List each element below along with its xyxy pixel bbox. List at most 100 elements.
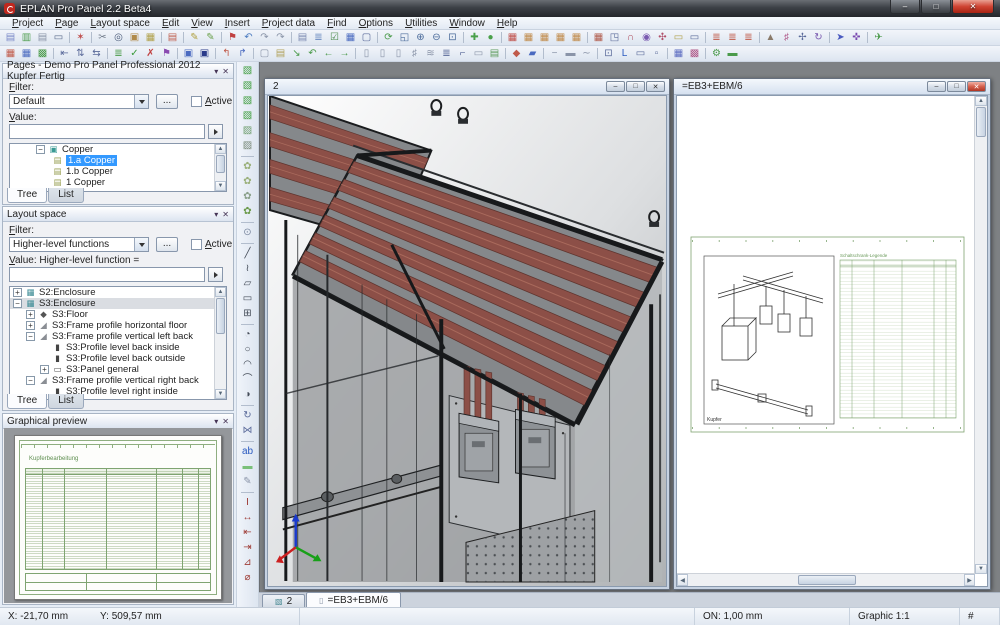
layout-filter-active-checkbox[interactable] <box>191 239 202 250</box>
scroll-right-icon[interactable]: ▶ <box>964 574 975 586</box>
scrollbar-thumb[interactable] <box>216 155 225 173</box>
menu-item[interactable]: Help <box>491 18 524 29</box>
window-page[interactable]: =EB3+EBM/6 – □ ✕ <box>673 78 991 590</box>
snap-logic-icon[interactable]: ◉ <box>639 31 654 45</box>
tree-view-icon[interactable]: ≣ <box>311 31 326 45</box>
pages-value-input[interactable] <box>9 124 205 139</box>
pages-filter-combobox[interactable]: Default <box>9 94 149 109</box>
insert-icon[interactable]: ✚ <box>467 31 482 45</box>
window-3d[interactable]: 2 – □ ✕ <box>264 78 670 590</box>
chevron-down-icon[interactable] <box>134 238 148 251</box>
edit-icon[interactable]: ✎ <box>187 31 202 45</box>
navigate-back-icon[interactable]: ↰ <box>219 47 234 61</box>
cone-icon[interactable]: ▲ <box>763 31 778 45</box>
layout-filter-combobox[interactable]: Higher-level functions <box>9 237 149 252</box>
apply-value-icon[interactable] <box>208 124 223 139</box>
menu-item[interactable]: Layout space <box>84 18 156 29</box>
scroll-up-icon[interactable]: ▲ <box>215 287 226 297</box>
fence-icon[interactable]: ≋ <box>423 47 438 61</box>
tab-tree[interactable]: Tree <box>7 188 47 203</box>
select-window-icon[interactable]: ▢ <box>257 47 272 61</box>
expander-minus-icon[interactable] <box>26 376 35 385</box>
tree-item-panel-general[interactable]: ▭ S3:Panel general <box>10 364 226 375</box>
pointer-icon[interactable]: ➤ <box>833 31 848 45</box>
dim-wave-icon[interactable]: ∼ <box>579 47 594 61</box>
scrollbar-thumb[interactable] <box>976 107 986 137</box>
maximize-icon[interactable]: □ <box>921 0 951 14</box>
expander-plus-icon[interactable] <box>26 321 35 330</box>
frame-icon[interactable]: ≣ <box>439 47 454 61</box>
align-left-icon[interactable]: ⇤ <box>57 47 72 61</box>
apply-value-icon[interactable] <box>208 267 223 282</box>
rect-tool-icon[interactable]: ▭ <box>633 47 648 61</box>
chart-icon[interactable]: ▰ <box>525 47 540 61</box>
next-icon[interactable]: → <box>337 47 352 61</box>
redo-all-icon[interactable]: ↷ <box>273 31 288 45</box>
tree-item-level-back-inside[interactable]: ▮ S3:Profile level back inside <box>10 342 226 353</box>
grid-d-icon[interactable]: ▦ <box>553 31 568 45</box>
layout-value-input[interactable] <box>9 267 205 282</box>
copy-icon[interactable]: ▣ <box>127 31 142 45</box>
minus-green-icon[interactable]: ▬ <box>725 47 740 61</box>
table-view-icon[interactable]: ▦ <box>343 31 358 45</box>
mesh-icon[interactable]: ♯ <box>779 31 794 45</box>
menu-item[interactable]: Project <box>6 18 49 29</box>
device-tree-icon[interactable]: ≣ <box>111 47 126 61</box>
tree-item-1-copper[interactable]: ▤ 1 Copper <box>10 177 226 188</box>
grid-c-icon[interactable]: ▦ <box>537 31 552 45</box>
viewport-3d[interactable] <box>267 95 667 587</box>
back-green-icon[interactable]: ↶ <box>305 47 320 61</box>
maximize-icon[interactable]: □ <box>947 81 966 92</box>
open-project-icon[interactable]: ▥ <box>19 31 34 45</box>
grid-small-icon[interactable]: ▦ <box>671 47 686 61</box>
zoom-window-icon[interactable]: ◱ <box>397 31 412 45</box>
scrollbar-thumb[interactable] <box>798 575 856 585</box>
tree-item-1a-copper[interactable]: ▤ 1.a Copper <box>10 155 226 166</box>
snap-center-icon[interactable]: ✣ <box>655 31 670 45</box>
tree-item-1b-copper[interactable]: ▤ 1.b Copper <box>10 166 226 177</box>
check-icon[interactable]: ✓ <box>127 47 142 61</box>
jump-icon[interactable]: ↘ <box>289 47 304 61</box>
panel-menu-icon[interactable]: ▾ <box>214 210 218 219</box>
rect-dash-icon[interactable]: ▫ <box>649 47 664 61</box>
minimize-icon[interactable]: – <box>927 81 946 92</box>
window-3d-titlebar[interactable]: 2 – □ ✕ <box>265 79 669 95</box>
grid-b-icon[interactable]: ▦ <box>521 31 536 45</box>
tree-item-frame-horizontal[interactable]: ◢ S3:Frame profile horizontal floor <box>10 320 226 331</box>
tab-tree[interactable]: Tree <box>7 394 47 409</box>
refresh-icon[interactable]: ⟳ <box>381 31 396 45</box>
chevron-down-icon[interactable] <box>134 95 148 108</box>
expander-minus-icon[interactable] <box>36 145 45 154</box>
expander-plus-icon[interactable] <box>26 310 35 319</box>
scroll-up-icon[interactable]: ▲ <box>975 96 987 106</box>
close-icon[interactable]: ✕ <box>952 0 994 14</box>
snap-corner-icon[interactable]: ◳ <box>607 31 622 45</box>
pages-tree-scrollbar[interactable]: ▲ ▼ <box>214 144 226 191</box>
preview-panel-title[interactable]: Graphical preview ▾ ✕ <box>3 414 233 429</box>
expander-plus-icon[interactable] <box>40 365 49 374</box>
plugin-icon[interactable]: ▩ <box>35 47 50 61</box>
scroll-left-icon[interactable]: ◀ <box>677 574 688 586</box>
zoom-in-icon[interactable]: ⊕ <box>413 31 428 45</box>
box-select-icon[interactable]: ▣ <box>181 47 196 61</box>
close-icon[interactable]: ✕ <box>646 81 665 92</box>
zoom-all-icon[interactable]: ⊡ <box>445 31 460 45</box>
page-vertical-scrollbar[interactable]: ▲ ▼ <box>974 96 987 574</box>
coordinate-input-icon[interactable]: ▭ <box>671 31 686 45</box>
scroll-down-icon[interactable]: ▼ <box>215 181 226 191</box>
grid-a-icon[interactable]: ▦ <box>505 31 520 45</box>
close-project-icon[interactable]: ▤ <box>35 31 50 45</box>
page-delete-icon[interactable]: ▤ <box>165 31 180 45</box>
layer-3-icon[interactable]: ≣ <box>741 31 756 45</box>
tab-list[interactable]: List <box>48 394 84 409</box>
tree-item-level-back-outside[interactable]: ▮ S3:Profile level back outside <box>10 353 226 364</box>
shopping-cart-icon[interactable]: ◆ <box>509 47 524 61</box>
close-icon[interactable]: ✕ <box>967 81 986 92</box>
corner-icon[interactable]: ⌐ <box>455 47 470 61</box>
marker-icon[interactable]: ⚑ <box>225 31 240 45</box>
panel-close-icon[interactable]: ✕ <box>222 210 229 219</box>
menu-item[interactable]: Utilities <box>399 18 443 29</box>
move-icon[interactable]: ✢ <box>795 31 810 45</box>
page-new-icon[interactable]: ▤ <box>3 31 18 45</box>
dim-line-icon[interactable]: − <box>547 47 562 61</box>
